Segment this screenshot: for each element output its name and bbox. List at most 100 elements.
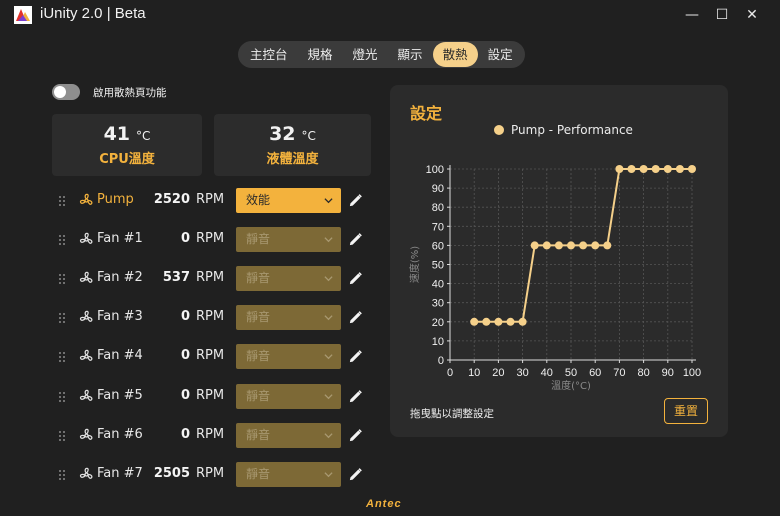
- curve-point[interactable]: [579, 241, 588, 250]
- edit-icon[interactable]: [348, 428, 363, 443]
- fan-mode-value: 靜音: [246, 310, 271, 325]
- fan-rpm-value: 0: [180, 231, 190, 247]
- fan-name: Pump: [97, 192, 134, 207]
- minimize-button[interactable]: —: [680, 4, 704, 26]
- edit-icon[interactable]: [348, 193, 363, 208]
- panel-title: 設定: [410, 104, 443, 123]
- edit-icon[interactable]: [348, 310, 363, 325]
- curve-point[interactable]: [554, 241, 563, 250]
- curve-point[interactable]: [627, 165, 636, 173]
- x-tick-label: 90: [662, 367, 674, 379]
- fan-name: Fan #1: [97, 231, 143, 247]
- fan-icon: [79, 389, 93, 401]
- cpu-temp-card: 41 °C CPU溫度: [52, 114, 202, 176]
- curve-point[interactable]: [542, 241, 551, 250]
- fan-rpm-value: 0: [180, 348, 190, 364]
- chevron-down-icon: [324, 198, 333, 204]
- curve-point[interactable]: [591, 241, 600, 250]
- liquid-temp-value: 32: [269, 123, 296, 145]
- fan-mode-select[interactable]: 靜音: [236, 266, 341, 292]
- cpu-temp-unit: °C: [136, 129, 151, 143]
- y-tick-label: 90: [432, 183, 444, 195]
- drag-handle-icon[interactable]: [58, 312, 66, 324]
- curve-point[interactable]: [530, 241, 539, 250]
- cooling-enable-toggle[interactable]: [52, 84, 80, 100]
- fan-rpm-unit: RPM: [196, 309, 225, 325]
- tab-specs[interactable]: 規格: [298, 42, 343, 67]
- cpu-temp-readout: 41 °C: [52, 123, 202, 145]
- drag-handle-icon[interactable]: [58, 234, 66, 246]
- curve-point[interactable]: [506, 317, 515, 326]
- chevron-down-icon: [324, 471, 333, 477]
- y-tick-label: 40: [432, 279, 444, 291]
- x-tick-label: 0: [447, 367, 453, 379]
- curve-point[interactable]: [603, 241, 612, 250]
- x-tick-label: 80: [637, 367, 649, 379]
- fan-mode-select[interactable]: 效能: [236, 188, 341, 213]
- drag-handle-icon[interactable]: [58, 351, 66, 363]
- x-tick-label: 60: [589, 367, 601, 379]
- edit-icon[interactable]: [348, 232, 363, 247]
- curve-point[interactable]: [651, 165, 660, 173]
- maximize-button[interactable]: ☐: [710, 4, 734, 26]
- fan-curve-chart[interactable]: 0 10 20 30 40 50 60 70 80 90 100 0 10 20 30 40 50 60 70 80 9…: [390, 145, 728, 405]
- fan-mode-select[interactable]: 靜音: [236, 422, 341, 448]
- fan-mode-select[interactable]: 靜音: [236, 461, 341, 487]
- reset-button[interactable]: 重置: [664, 398, 708, 424]
- y-tick-label: 10: [432, 336, 444, 348]
- edit-icon[interactable]: [348, 349, 363, 364]
- curve-point[interactable]: [567, 241, 575, 250]
- fan-rpm-unit: RPM: [196, 387, 225, 403]
- x-tick-label: 30: [516, 367, 528, 379]
- fan-row: Pump 2520 RPM 效能: [52, 186, 372, 216]
- tab-cooling[interactable]: 散熱: [432, 42, 478, 67]
- drag-handle-icon[interactable]: [58, 469, 66, 481]
- curve-point[interactable]: [663, 165, 672, 173]
- fan-mode-select[interactable]: 靜音: [236, 227, 341, 253]
- curve-point[interactable]: [518, 317, 527, 326]
- curve-point[interactable]: [688, 165, 696, 173]
- x-tick-label: 10: [468, 367, 480, 379]
- fan-rpm-value: 2520: [153, 192, 190, 207]
- fan-icon: [79, 232, 93, 244]
- fan-rpm-unit: RPM: [196, 231, 225, 247]
- drag-handle-icon[interactable]: [58, 273, 66, 285]
- fan-mode-select[interactable]: 靜音: [236, 383, 341, 409]
- drag-handle-icon[interactable]: [58, 391, 66, 403]
- tab-settings[interactable]: 設定: [478, 42, 523, 67]
- x-tick-label: 50: [565, 367, 577, 379]
- fan-row: Fan #2 537 RPM 靜音: [52, 264, 372, 294]
- curve-point[interactable]: [615, 165, 624, 173]
- fan-mode-select[interactable]: 靜音: [236, 344, 341, 370]
- liquid-temp-unit: °C: [301, 129, 316, 143]
- fan-rpm-value: 0: [180, 309, 190, 325]
- tab-display[interactable]: 顯示: [388, 42, 433, 67]
- tab-lighting[interactable]: 燈光: [343, 42, 388, 67]
- fan-rpm-value: 0: [180, 387, 190, 403]
- edit-icon[interactable]: [348, 271, 363, 286]
- legend-label: Pump - Performance: [511, 123, 633, 137]
- edit-icon[interactable]: [348, 467, 363, 482]
- cooling-enable-label: 啟用散熱頁功能: [93, 87, 167, 99]
- fan-icon: [79, 467, 93, 479]
- close-button[interactable]: ✕: [740, 4, 764, 26]
- cpu-temp-value: 41: [103, 123, 131, 145]
- curve-point[interactable]: [482, 317, 491, 326]
- curve-point[interactable]: [470, 317, 479, 326]
- liquid-temp-label: 液體溫度: [266, 152, 319, 167]
- fan-mode-select[interactable]: 靜音: [236, 305, 341, 331]
- curve-point[interactable]: [675, 165, 684, 173]
- fan-rpm-unit: RPM: [196, 192, 225, 207]
- fan-name: Fan #4: [97, 348, 143, 364]
- fan-rpm-unit: RPM: [196, 270, 225, 286]
- drag-handle-icon[interactable]: [58, 195, 66, 207]
- curve-point[interactable]: [494, 317, 503, 326]
- curve-point[interactable]: [639, 165, 648, 173]
- edit-icon[interactable]: [348, 389, 363, 404]
- toggle-knob: [54, 86, 66, 98]
- drag-handle-icon[interactable]: [58, 430, 66, 442]
- tab-dashboard[interactable]: 主控台: [240, 42, 298, 67]
- fan-name: Fan #5: [97, 387, 143, 403]
- liquid-temp-card: 32 °C 液體溫度: [214, 114, 371, 176]
- fan-name: Fan #7: [97, 465, 143, 481]
